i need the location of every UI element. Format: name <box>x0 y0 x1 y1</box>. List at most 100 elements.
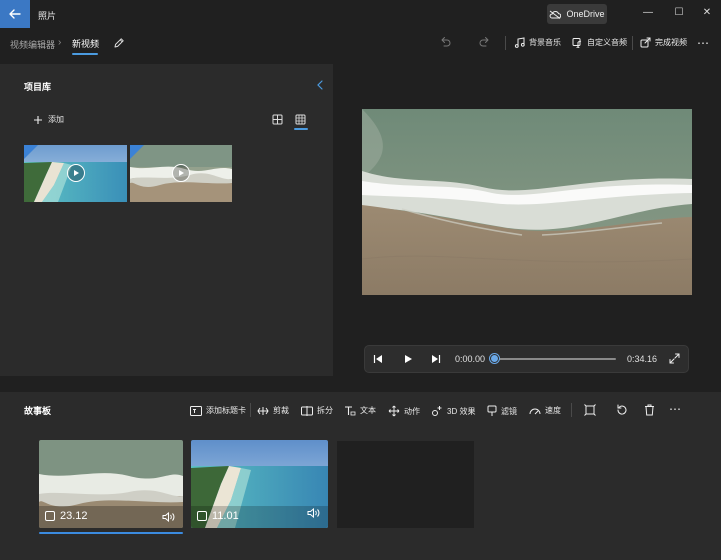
onedrive-button[interactable]: OneDrive <box>547 4 607 24</box>
redo-button[interactable] <box>479 36 491 48</box>
filters-label: 滤镜 <box>501 406 517 416</box>
empty-clip-slot[interactable] <box>337 441 474 528</box>
play-icon <box>179 170 184 176</box>
breadcrumb-separator: › <box>58 37 62 48</box>
add-media-label: 添加 <box>48 115 64 124</box>
title-card-icon <box>190 405 202 416</box>
speaker-icon[interactable] <box>162 512 175 522</box>
storyboard-more-button[interactable]: ⋯ <box>669 402 681 416</box>
previous-frame-button[interactable] <box>373 354 383 364</box>
add-media-button[interactable]: 添加 <box>33 114 64 125</box>
back-button[interactable] <box>0 0 30 28</box>
seek-bar-track[interactable] <box>494 358 616 360</box>
pencil-icon <box>114 38 124 48</box>
3d-effects-label: 3D 效果 <box>447 406 476 416</box>
clip-duration-label: 23.12 <box>60 510 88 522</box>
text-label: 文本 <box>360 406 376 415</box>
speed-button[interactable]: 速度 <box>529 405 561 416</box>
play-icon <box>405 355 412 363</box>
rename-button[interactable] <box>113 37 125 49</box>
total-time: 0:34.16 <box>627 354 658 364</box>
clip-frame-icon <box>197 511 207 521</box>
play-button[interactable] <box>403 354 413 364</box>
rotate-icon <box>617 404 627 415</box>
library-clip-waves[interactable] <box>130 145 232 202</box>
toolbar-divider <box>250 403 251 417</box>
split-icon <box>301 405 313 416</box>
trim-label: 剪裁 <box>273 406 289 415</box>
export-icon <box>640 37 651 48</box>
breadcrumb-video-editor[interactable]: 视频编辑器 <box>10 38 55 51</box>
split-label: 拆分 <box>317 406 333 415</box>
rotate-button[interactable] <box>616 404 628 416</box>
3d-effects-button[interactable]: 3D 效果 <box>431 405 475 417</box>
clip-duration: 11.01 <box>197 510 239 522</box>
project-name: 新视频 <box>72 39 100 49</box>
motion-button[interactable]: 动作 <box>388 405 420 417</box>
collapse-library-button[interactable] <box>316 80 324 90</box>
trim-button[interactable]: 剪裁 <box>257 405 289 416</box>
storyboard-clip[interactable]: 11.01 <box>191 440 328 528</box>
minimize-icon: — <box>643 6 653 18</box>
undo-button[interactable] <box>439 36 451 48</box>
finish-video-button[interactable]: 完成视频 <box>640 37 687 48</box>
project-library-panel <box>0 64 333 376</box>
play-overlay-button[interactable] <box>172 164 190 182</box>
selected-clip-indicator <box>39 532 183 534</box>
new-item-badge-icon <box>130 145 144 159</box>
onedrive-label: OneDrive <box>566 9 605 19</box>
speedometer-icon <box>529 408 541 414</box>
clip-duration: 23.12 <box>45 510 88 522</box>
maximize-button[interactable]: ☐ <box>665 0 693 24</box>
motion-icon <box>388 405 400 417</box>
large-grid-view-button[interactable] <box>272 114 283 125</box>
project-name-underline <box>72 53 98 55</box>
sparkle-effects-icon <box>432 406 442 416</box>
resize-button[interactable] <box>584 404 596 416</box>
finish-video-label: 完成视频 <box>655 38 687 47</box>
close-icon: ✕ <box>702 6 712 18</box>
add-title-card-button[interactable]: 添加标题卡 <box>190 405 246 416</box>
close-button[interactable]: ✕ <box>693 0 721 24</box>
next-frame-button[interactable] <box>431 354 441 364</box>
more-icon: ⋯ <box>697 36 709 50</box>
text-button[interactable]: 文本 <box>344 405 376 416</box>
delete-button[interactable] <box>644 404 655 416</box>
clip-frame-icon <box>45 511 55 521</box>
custom-audio-label: 自定义音频 <box>587 38 627 47</box>
speaker-icon[interactable] <box>307 508 320 518</box>
more-options-button[interactable]: ⋯ <box>697 36 709 50</box>
chevron-left-icon <box>317 80 323 90</box>
motion-label: 动作 <box>404 406 420 416</box>
more-icon: ⋯ <box>669 402 681 416</box>
split-button[interactable]: 拆分 <box>301 405 333 416</box>
storyboard-title: 故事板 <box>24 406 52 416</box>
header-divider <box>632 36 633 50</box>
seek-bar-thumb[interactable] <box>489 354 499 363</box>
video-preview <box>362 109 692 295</box>
play-overlay-button[interactable] <box>67 164 85 182</box>
maximize-icon: ☐ <box>674 6 684 18</box>
custom-audio-button[interactable]: 自定义音频 <box>572 37 627 48</box>
grid-large-icon <box>272 114 283 125</box>
add-title-card-label: 添加标题卡 <box>206 406 246 415</box>
plus-icon <box>34 115 42 124</box>
text-icon <box>345 405 356 415</box>
preview-frame-image <box>362 109 692 295</box>
background-music-button[interactable]: 背景音乐 <box>514 37 561 48</box>
filter-icon <box>487 405 497 416</box>
custom-audio-icon <box>572 38 582 48</box>
filters-button[interactable]: 滤镜 <box>487 405 517 417</box>
undo-icon <box>441 37 451 47</box>
small-grid-view-button[interactable] <box>295 114 306 125</box>
skip-forward-icon <box>432 355 441 363</box>
fullscreen-button[interactable] <box>669 353 680 364</box>
cloud-offline-icon <box>550 10 562 19</box>
library-clip-beach[interactable] <box>24 145 127 202</box>
storyboard-clip[interactable]: 23.12 <box>39 440 183 528</box>
skip-back-icon <box>373 355 382 363</box>
minimize-button[interactable]: — <box>634 0 662 24</box>
library-title: 项目库 <box>24 82 52 92</box>
current-time: 0:00.00 <box>455 354 486 364</box>
redo-icon <box>479 37 489 47</box>
